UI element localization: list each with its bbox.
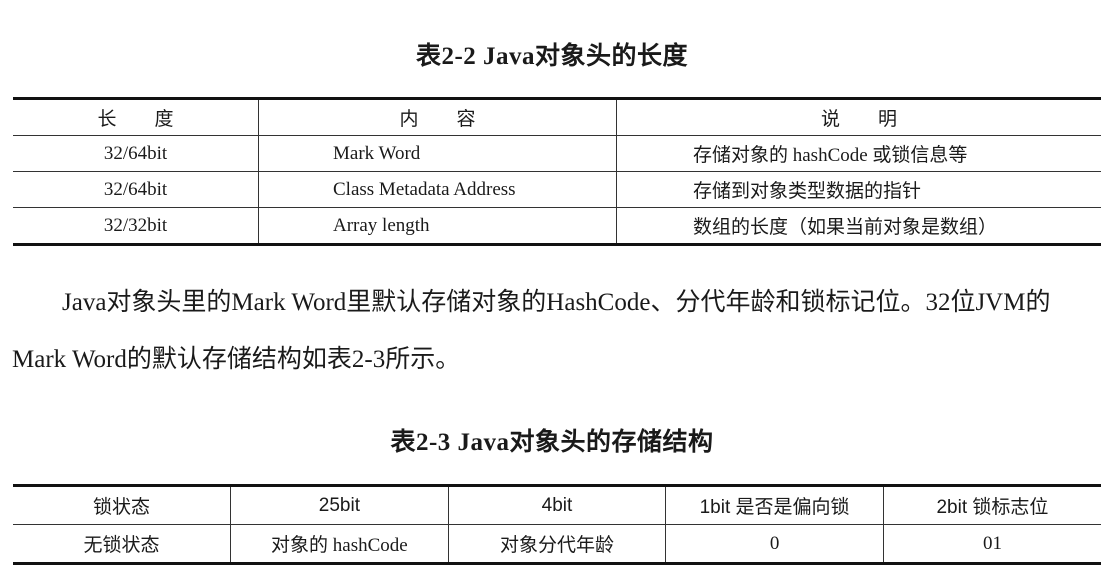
object-header-length-table: 长度 内容 说明 32/64bit Mark Word 存储对象的 hashCo… [13,97,1101,246]
table-cell: Array length [258,207,617,245]
table-cell: 存储对象的 hashCode 或锁信息等 [616,135,1101,172]
table-row: 32/64bit Class Metadata Address 存储到对象类型数… [13,171,1101,208]
mark-word-structure-table: 锁状态 25bit 4bit 1bit 是否是偏向锁 2bit 锁标志位 无锁状… [13,484,1101,565]
column-header: 25bit [230,485,449,525]
table-cell: 对象的 hashCode [230,524,449,564]
table-header-row: 长度 内容 说明 [13,98,1101,136]
column-header: 内容 [258,98,617,136]
table-cell: 32/32bit [13,207,259,245]
column-header: 长度 [13,98,259,136]
column-header: 2bit 锁标志位 [882,485,1101,525]
table-cell: 存储到对象类型数据的指针 [616,171,1101,208]
table-cell: 01 [882,524,1101,564]
table-caption: 表2-3 Java对象头的存储结构 [390,429,714,456]
table-row: 32/32bit Array length 数组的长度（如果当前对象是数组） [13,207,1101,245]
column-header: 4bit [447,485,666,525]
table-header-row: 锁状态 25bit 4bit 1bit 是否是偏向锁 2bit 锁标志位 [13,485,1101,525]
table-cell: Class Metadata Address [258,171,617,208]
table-cell: 32/64bit [13,135,259,172]
body-paragraph: Java对象头里的Mark Word里默认存储对象的HashCode、分代年龄和… [12,289,1051,373]
table-cell: 无锁状态 [83,535,160,556]
table-cell: Mark Word [258,135,617,172]
column-header: 说明 [616,98,1101,136]
table-cell: 数组的长度（如果当前对象是数组） [616,207,1101,245]
column-header: 锁状态 [13,485,231,525]
column-header: 1bit 是否是偏向锁 [665,485,884,525]
table-caption: 表2-2 Java对象头的长度 [415,43,689,70]
table-row: 无锁状态 对象的 hashCode 对象分代年龄 0 01 [13,524,1101,564]
table-row: 32/64bit Mark Word 存储对象的 hashCode 或锁信息等 [13,135,1101,172]
table-cell: 对象分代年龄 [447,524,666,564]
table-cell: 0 [665,524,884,564]
table-cell: 32/64bit [13,171,259,208]
